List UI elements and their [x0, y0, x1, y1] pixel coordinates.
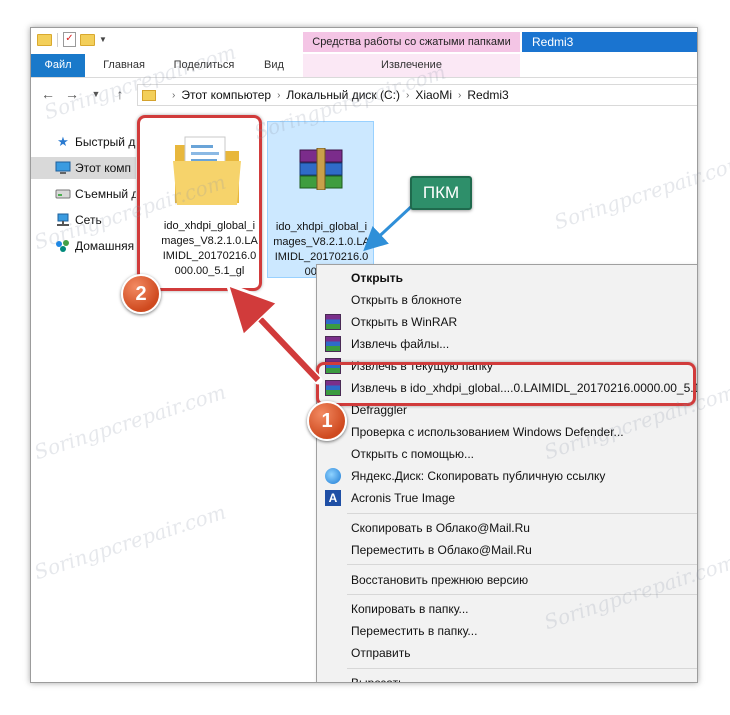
annotation-arrows	[0, 203, 415, 385]
right-click-label: ПКМ	[410, 176, 472, 210]
arrow-blue	[363, 203, 415, 252]
arrow-red	[244, 302, 321, 383]
step-badge-2: 2	[121, 274, 161, 314]
step-badge-1: 1	[307, 401, 347, 441]
